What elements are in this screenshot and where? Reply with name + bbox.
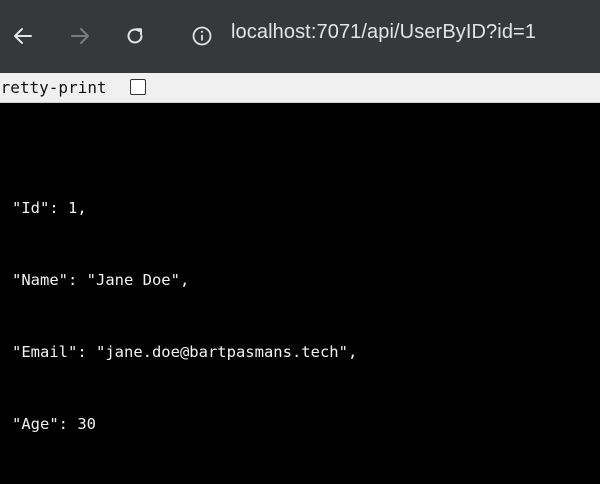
reload-button[interactable] <box>121 22 149 50</box>
arrow-right-icon <box>71 28 89 44</box>
browser-toolbar: localhost:7071/api/UserByID?id=1 <box>0 0 600 73</box>
arrow-left-icon <box>14 28 32 44</box>
json-line-name: "Name": "Jane Doe", <box>12 271 190 289</box>
json-response-area: "Id": 1, "Name": "Jane Doe", "Email": "j… <box>0 103 600 433</box>
json-line-id: "Id": 1, <box>12 199 87 217</box>
info-icon <box>192 26 212 46</box>
site-info-icon[interactable] <box>190 24 214 48</box>
pretty-print-checkbox[interactable] <box>130 79 146 95</box>
pretty-print-label: Pretty-print <box>0 78 107 97</box>
back-button[interactable] <box>9 22 37 50</box>
address-bar-url[interactable]: localhost:7071/api/UserByID?id=1 <box>231 21 536 44</box>
reload-icon <box>127 28 143 44</box>
json-line-age: "Age": 30 <box>12 415 96 433</box>
json-line-email: "Email": "jane.doe@bartpasmans.tech", <box>12 343 358 361</box>
forward-button[interactable] <box>66 22 94 50</box>
json-body: "Id": 1, "Name": "Jane Doe", "Email": "j… <box>12 148 357 484</box>
pretty-print-bar: Pretty-print <box>0 73 600 103</box>
